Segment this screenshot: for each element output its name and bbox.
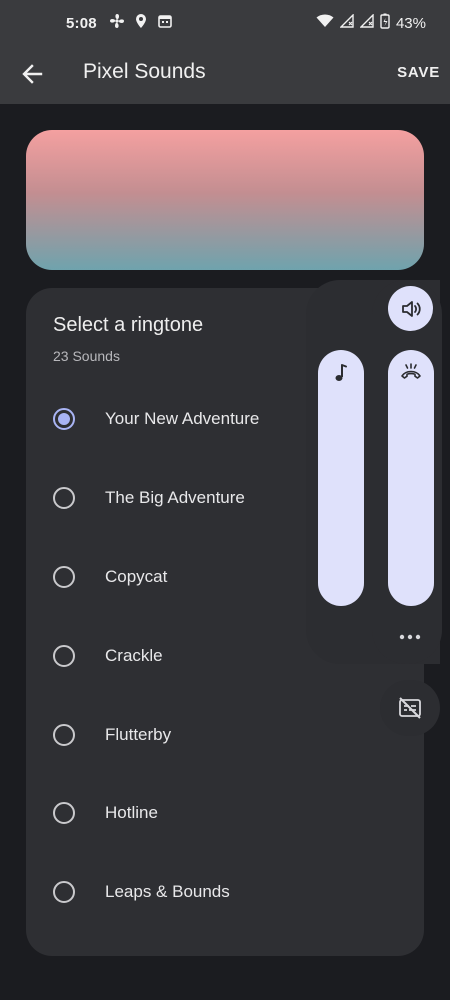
captions-off-icon — [399, 697, 421, 719]
ringtone-label: Leaps & Bounds — [105, 882, 230, 902]
battery-icon — [380, 13, 390, 33]
signal-icon — [339, 13, 354, 32]
status-bar: 5:08 43% — [0, 0, 450, 46]
fan-icon — [109, 13, 125, 33]
wifi-icon — [316, 14, 334, 32]
status-time: 5:08 — [66, 14, 97, 32]
radio-button[interactable] — [53, 565, 75, 588]
ring-volume-slider[interactable] — [318, 350, 364, 606]
more-horiz-icon — [399, 634, 421, 640]
sound-count: 23 Sounds — [53, 348, 120, 364]
sound-artwork — [26, 130, 424, 270]
radio-button[interactable] — [53, 881, 75, 904]
save-button[interactable]: SAVE — [397, 64, 440, 81]
ringtone-label: The Big Adventure — [105, 488, 245, 508]
battery-percent: 43% — [395, 14, 426, 32]
radio-button[interactable] — [53, 723, 75, 746]
arrow-back-icon — [22, 64, 43, 84]
location-icon — [134, 13, 148, 33]
ringtone-item[interactable]: Leaps & Bounds — [26, 853, 424, 932]
volume-toggle-button[interactable] — [388, 286, 433, 331]
music-note-icon — [335, 364, 347, 381]
ringtone-label: Your New Adventure — [105, 409, 260, 429]
ringtone-item[interactable]: Hotline — [26, 774, 424, 853]
ringtone-item[interactable]: Flutterby — [26, 695, 424, 774]
radio-button[interactable] — [53, 487, 75, 510]
volume-icon — [401, 300, 421, 317]
phone-hangup-icon — [401, 363, 421, 379]
live-caption-button[interactable] — [396, 694, 424, 722]
calendar-icon — [157, 13, 173, 33]
ringtone-label: Hotline — [105, 803, 158, 823]
back-button[interactable] — [18, 60, 46, 88]
call-volume-slider[interactable] — [388, 350, 434, 606]
more-options-button[interactable] — [398, 628, 422, 646]
radio-button[interactable] — [53, 644, 75, 667]
ringtone-label: Flutterby — [105, 724, 172, 744]
signal-icon — [359, 13, 374, 32]
page-title: Pixel Sounds — [83, 60, 206, 83]
radio-button-checked[interactable] — [53, 408, 75, 431]
app-bar: Pixel Sounds SAVE — [0, 46, 450, 104]
radio-button[interactable] — [53, 802, 75, 825]
ringtone-label: Copycat — [105, 566, 168, 586]
ringtone-label: Crackle — [105, 645, 163, 665]
card-title: Select a ringtone — [53, 314, 204, 336]
